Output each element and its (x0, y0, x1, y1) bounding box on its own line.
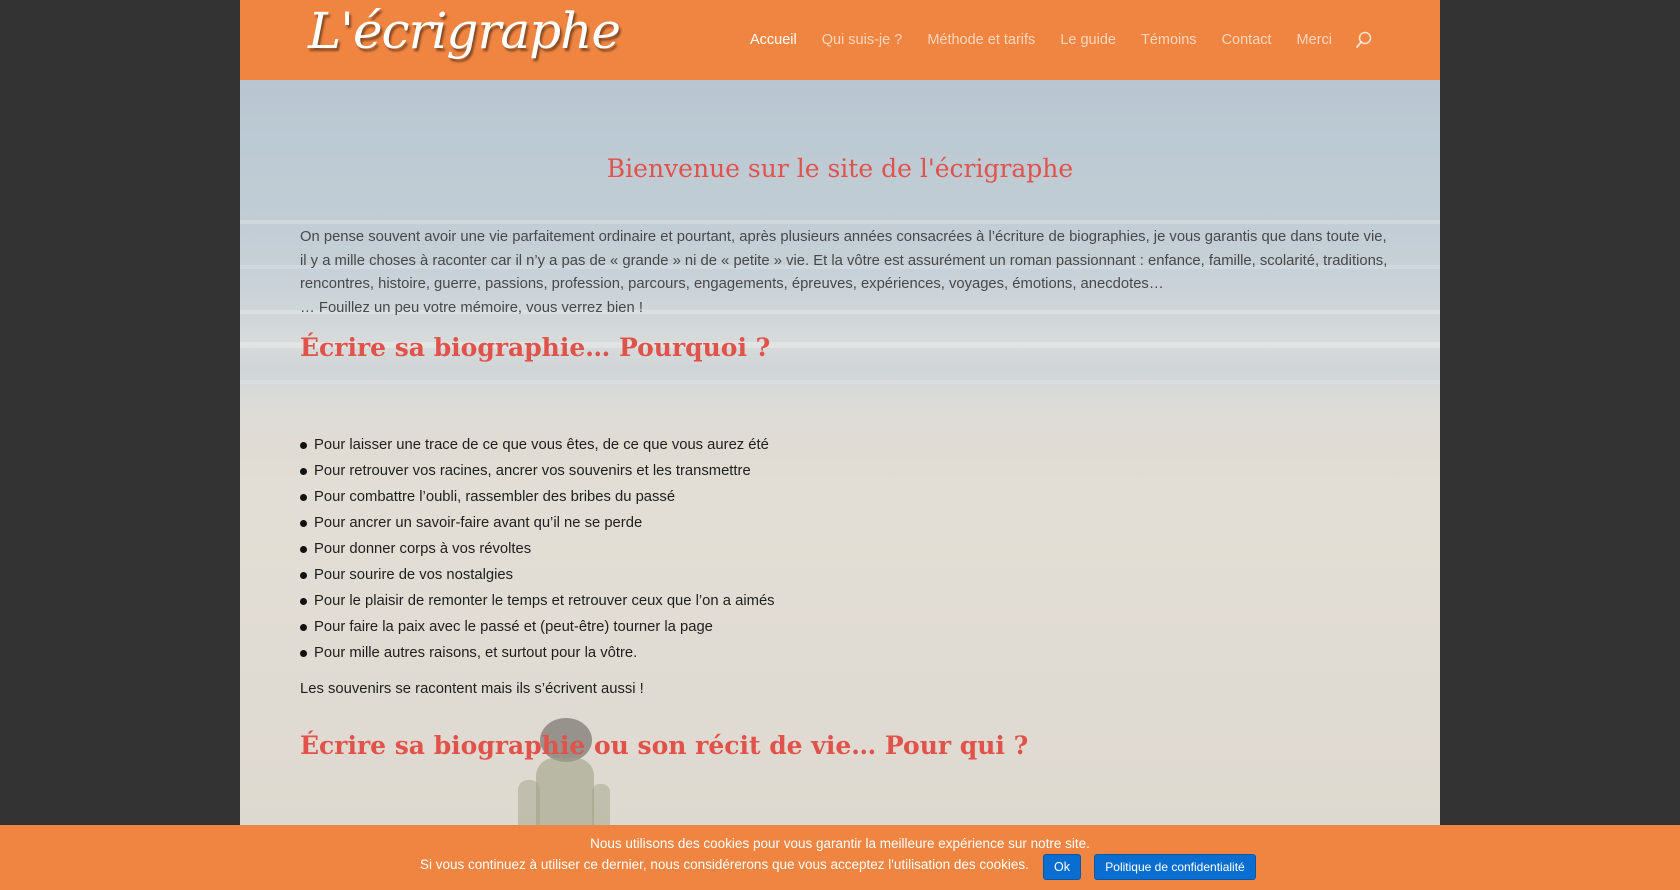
cookie-ok-button[interactable]: Ok (1043, 854, 1081, 880)
intro-paragraph: On pense souvent avoir une vie parfaitem… (300, 229, 1388, 292)
list-item: Pour le plaisir de remonter le temps et … (300, 588, 1100, 614)
cookie-message-2: Si vous continuez à utiliser ce dernier,… (420, 857, 1029, 872)
site-logo[interactable]: L'écrigraphe (308, 2, 621, 60)
nav-item-merci[interactable]: Merci (1297, 32, 1332, 48)
nav-item-accueil[interactable]: Accueil (750, 32, 797, 48)
reasons-list: Pour laisser une trace de ce que vous êt… (300, 432, 1100, 666)
intro-paragraph-2: … Fouillez un peu votre mémoire, vous ve… (300, 299, 643, 316)
nav-item-methode-et-tarifs[interactable]: Méthode et tarifs (927, 32, 1035, 48)
list-item: Pour retrouver vos racines, ancrer vos s… (300, 458, 1100, 484)
nav-item-contact[interactable]: Contact (1222, 32, 1272, 48)
list-item: Pour combattre l’oubli, rassembler des b… (300, 484, 1100, 510)
list-item: Pour ancrer un savoir-faire avant qu’il … (300, 510, 1100, 536)
nav-item-temoins[interactable]: Témoins (1141, 32, 1197, 48)
cookie-banner: Nous utilisons des cookies pour vous gar… (0, 825, 1680, 890)
page-title: Bienvenue sur le site de l'écrigraphe (606, 154, 1074, 183)
list-item: Pour mille autres raisons, et surtout po… (300, 640, 1100, 666)
site-header: L'écrigraphe Accueil Qui suis-je ? Métho… (240, 0, 1440, 80)
main-nav: Accueil Qui suis-je ? Méthode et tarifs … (725, 0, 1440, 80)
page-container: L'écrigraphe Accueil Qui suis-je ? Métho… (240, 0, 1440, 890)
list-item: Pour faire la paix avec le passé et (peu… (300, 614, 1100, 640)
section-title-pourquoi: Écrire sa biographie… Pourquoi ? (300, 333, 771, 362)
list-item: Pour laisser une trace de ce que vous êt… (300, 432, 1100, 458)
list-item: Pour donner corps à vos révoltes (300, 536, 1100, 562)
intro-text: On pense souvent avoir une vie parfaitem… (300, 226, 1390, 320)
section-title-pour-qui: Écrire sa biographie ou son récit de vie… (300, 731, 1029, 760)
nav-item-qui-suis-je[interactable]: Qui suis-je ? (822, 32, 903, 48)
cookie-message: Nous utilisons des cookies pour vous gar… (590, 836, 1090, 851)
closing-text: Les souvenirs se racontent mais ils s’éc… (300, 681, 644, 697)
privacy-policy-button[interactable]: Politique de confidentialité (1094, 854, 1256, 880)
list-item: Pour sourire de vos nostalgies (300, 562, 1100, 588)
nav-item-le-guide[interactable]: Le guide (1060, 32, 1116, 48)
search-icon[interactable] (1354, 30, 1374, 50)
